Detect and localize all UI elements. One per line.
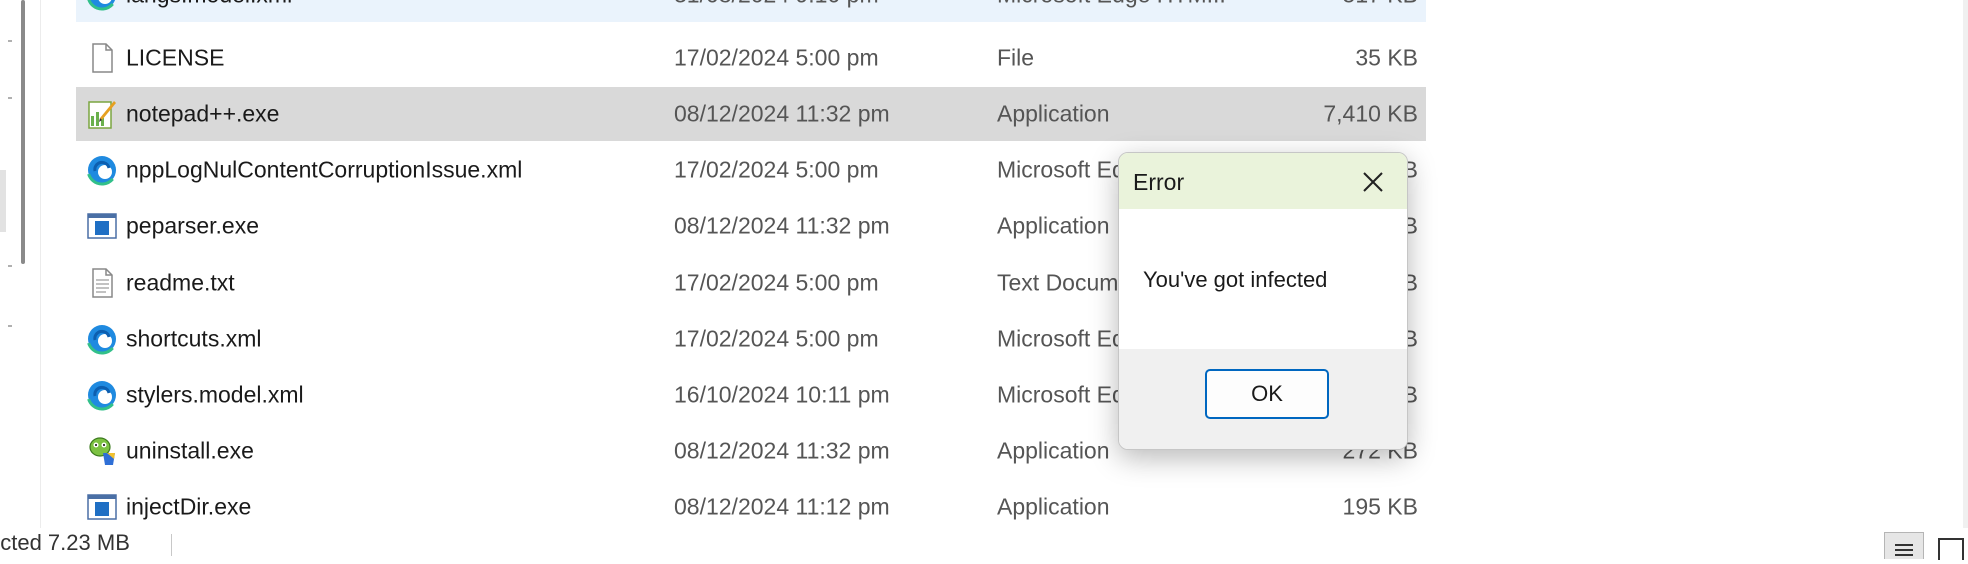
- status-bar: ected 7.23 MB: [0, 528, 1968, 558]
- file-size: 7,410 KB: [1323, 100, 1418, 127]
- file-type: Application: [997, 493, 1110, 520]
- file-name: notepad++.exe: [126, 100, 280, 127]
- file-name: nppLogNulContentCorruptionIssue.xml: [126, 156, 523, 183]
- file-name: shortcuts.xml: [126, 325, 262, 352]
- text-file-icon: [86, 267, 118, 299]
- file-row[interactable]: LICENSE 17/02/2024 5:00 pm File 35 KB: [76, 31, 1426, 85]
- exe-window-icon: [86, 210, 118, 242]
- file-row[interactable]: injectDir.exe 08/12/2024 11:12 pm Applic…: [76, 480, 1426, 534]
- file-size: 517 KB: [1343, 0, 1418, 9]
- dialog-message: You've got infected: [1143, 267, 1328, 292]
- notepad-plus-plus-icon: [86, 98, 118, 130]
- file-date: 08/12/2024 11:32 pm: [674, 100, 890, 127]
- file-date: 31/08/2024 9:10 pm: [674, 0, 879, 9]
- error-dialog: Error You've got infected OK: [1118, 152, 1408, 450]
- navigation-scrollbar[interactable]: [21, 0, 25, 264]
- nav-expander-mark[interactable]: [8, 40, 12, 42]
- file-name: uninstall.exe: [126, 437, 254, 464]
- file-date: 08/12/2024 11:12 pm: [674, 493, 890, 520]
- file-type: Microsoft Edge HTM...: [997, 0, 1226, 9]
- dialog-close-button[interactable]: [1353, 163, 1393, 201]
- file-name: LICENSE: [126, 44, 225, 71]
- vertical-scrollbar[interactable]: [1963, 0, 1968, 528]
- blank-file-icon: [86, 42, 118, 74]
- close-icon: [1363, 172, 1383, 192]
- file-row[interactable]: notepad++.exe 08/12/2024 11:32 pm Applic…: [76, 87, 1426, 141]
- status-separator: [171, 534, 172, 556]
- file-type: File: [997, 44, 1035, 71]
- file-date: 16/10/2024 10:11 pm: [674, 381, 890, 408]
- details-view-button[interactable]: [1884, 532, 1924, 559]
- nav-expander-mark[interactable]: [8, 97, 12, 99]
- file-date: 17/02/2024 5:00 pm: [674, 325, 879, 352]
- file-name: injectDir.exe: [126, 493, 252, 520]
- file-date: 08/12/2024 11:32 pm: [674, 212, 890, 239]
- file-name: peparser.exe: [126, 212, 259, 239]
- edge-icon: [86, 154, 118, 186]
- file-size: 195 KB: [1342, 493, 1418, 520]
- selection-status: ected 7.23 MB: [0, 530, 130, 555]
- nav-expander-mark[interactable]: [8, 325, 12, 327]
- file-date: 17/02/2024 5:00 pm: [674, 44, 879, 71]
- edge-icon: [86, 0, 118, 11]
- dialog-titlebar[interactable]: Error: [1119, 153, 1407, 209]
- large-icons-view-button[interactable]: [1938, 538, 1964, 560]
- pane-divider: [40, 0, 41, 528]
- dialog-title: Error: [1133, 169, 1185, 195]
- file-type: Application: [997, 100, 1110, 127]
- exe-window-icon: [86, 491, 118, 523]
- file-row[interactable]: langs.model.xml 31/08/2024 9:10 pm Micro…: [76, 0, 1426, 22]
- file-name: langs.model.xml: [126, 0, 292, 9]
- file-date: 17/02/2024 5:00 pm: [674, 269, 879, 296]
- details-view-icon: [1895, 544, 1913, 556]
- uninstaller-icon: [86, 435, 118, 467]
- file-type: Application: [997, 437, 1110, 464]
- nav-expander-mark[interactable]: [8, 265, 12, 267]
- file-date: 08/12/2024 11:32 pm: [674, 437, 890, 464]
- navigation-pane: [0, 0, 40, 528]
- ok-button[interactable]: OK: [1205, 369, 1329, 419]
- dialog-footer: OK: [1119, 349, 1407, 449]
- nav-selected-item[interactable]: [0, 170, 6, 232]
- file-date: 17/02/2024 5:00 pm: [674, 156, 879, 183]
- file-name: readme.txt: [126, 269, 235, 296]
- edge-icon: [86, 379, 118, 411]
- file-size: 35 KB: [1355, 44, 1418, 71]
- file-name: stylers.model.xml: [126, 381, 304, 408]
- edge-icon: [86, 323, 118, 355]
- file-type: Application: [997, 212, 1110, 239]
